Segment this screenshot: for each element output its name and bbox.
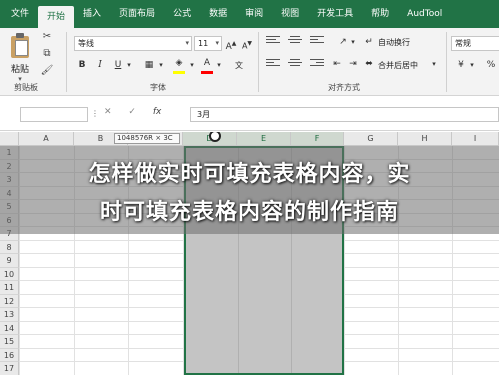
tab-view[interactable]: 视图 <box>272 4 308 24</box>
cancel-icon[interactable]: ✕ <box>104 107 112 117</box>
merge-center-icon[interactable]: ⬌ <box>362 57 376 72</box>
font-size-value: 11 <box>198 39 209 48</box>
currency-icon[interactable]: ¥ <box>454 58 468 73</box>
column-header-h[interactable]: H <box>398 132 452 146</box>
tab-file[interactable]: 文件 <box>2 4 38 24</box>
column-header-a[interactable]: A <box>19 132 74 146</box>
copy-icon[interactable]: ⧉ <box>40 47 54 61</box>
fill-color-swatch <box>173 71 185 74</box>
kebab-icon[interactable]: ⋮ <box>91 109 99 118</box>
decrease-font-icon[interactable]: A▼ <box>241 36 253 51</box>
increase-font-icon[interactable]: A▲ <box>225 36 237 52</box>
column-header-i[interactable]: I <box>452 132 499 146</box>
row-header-9[interactable]: 9 <box>0 254 19 268</box>
number-format-value: 常规 <box>455 39 471 48</box>
formula-bar: ⋮ ✕ ✓ fx 3月 <box>0 97 499 131</box>
border-icon[interactable]: ▦ <box>142 58 156 73</box>
chevron-down-icon[interactable]: ▾ <box>468 58 476 73</box>
clipboard-icon <box>9 33 31 59</box>
cut-icon[interactable]: ✂ <box>40 30 54 44</box>
tab-home[interactable]: 开始 <box>38 6 75 28</box>
row-header-12[interactable]: 12 <box>0 294 19 308</box>
align-bottom-icon[interactable] <box>310 36 324 48</box>
merge-center-button[interactable]: 合并后居中 <box>378 60 418 71</box>
ribbon-tab-bar: 文件 开始 插入 页面布局 公式 数据 审阅 视图 开发工具 帮助 AudToo… <box>0 0 499 28</box>
align-top-icon[interactable] <box>266 36 280 48</box>
chevron-down-icon[interactable]: ▾ <box>430 57 438 72</box>
font-name-select[interactable]: 等线 ▾ <box>74 36 192 51</box>
column-header-f[interactable]: F <box>291 132 344 146</box>
italic-button[interactable]: I <box>94 58 106 73</box>
formula-controls: ✕ ✓ fx <box>104 107 161 117</box>
orientation-icon[interactable]: ↗ <box>336 35 350 50</box>
wrap-text-button[interactable]: 自动换行 <box>378 37 410 48</box>
chevron-down-icon: ▾ <box>215 39 219 47</box>
tab-developer[interactable]: 开发工具 <box>308 4 362 24</box>
decrease-indent-icon[interactable]: ⇤ <box>330 57 344 72</box>
chevron-down-icon[interactable]: ▾ <box>125 58 133 73</box>
row-header-17[interactable]: 17 <box>0 362 19 375</box>
bold-button[interactable]: B <box>76 58 88 73</box>
fill-color-icon[interactable]: ◈ <box>172 56 186 71</box>
enter-icon[interactable]: ✓ <box>128 107 136 117</box>
chevron-down-icon[interactable]: ▾ <box>188 58 196 73</box>
phonetic-icon[interactable]: 文 <box>232 58 246 73</box>
paste-label: 粘贴 <box>10 65 29 75</box>
chevron-down-icon[interactable]: ▾ <box>349 35 357 50</box>
font-color-swatch <box>201 71 213 74</box>
chevron-down-icon: ▾ <box>185 39 189 47</box>
tab-formulas[interactable]: 公式 <box>164 4 200 24</box>
chevron-down-icon[interactable]: ▾ <box>215 58 223 73</box>
alignment-group-label: 对齐方式 <box>328 83 360 92</box>
divider <box>258 32 259 92</box>
clipboard-group-label: 剪贴板 <box>14 83 38 92</box>
name-box[interactable] <box>20 107 88 122</box>
number-format-select[interactable]: 常规 <box>451 36 499 51</box>
align-right-icon[interactable] <box>310 59 324 71</box>
row-header-13[interactable]: 13 <box>0 308 19 322</box>
format-painter-icon[interactable]: 🖌 <box>40 64 54 78</box>
wrap-text-icon[interactable]: ↵ <box>362 35 376 50</box>
title-banner: 怎样做实时可填充表格内容，实 时可填充表格内容的制作指南 <box>0 146 499 234</box>
row-header-8[interactable]: 8 <box>0 240 19 254</box>
row-header-16[interactable]: 16 <box>0 348 19 362</box>
ribbon-home: 粘贴 ▾ ✂ ⧉ 🖌 剪贴板 等线 ▾ 11 ▾ A▲ A▼ B I U ▾ ▦ ▾… <box>0 28 499 96</box>
increase-indent-icon[interactable]: ⇥ <box>346 57 360 72</box>
title-line-1: 怎样做实时可填充表格内容，实 <box>88 162 411 187</box>
percent-icon[interactable]: % <box>484 58 498 73</box>
tab-data[interactable]: 数据 <box>200 4 236 24</box>
align-middle-icon[interactable] <box>288 36 302 48</box>
insert-function-icon[interactable]: fx <box>153 107 162 117</box>
title-line-2: 时可填充表格内容的制作指南 <box>99 200 399 225</box>
select-all-corner[interactable] <box>0 132 19 146</box>
align-center-icon[interactable] <box>288 59 302 71</box>
selection-size-tooltip: 1048576R × 3C <box>114 133 180 144</box>
tab-page-layout[interactable]: 页面布局 <box>110 4 164 24</box>
row-header-11[interactable]: 11 <box>0 281 19 295</box>
chevron-down-icon[interactable]: ▾ <box>157 58 165 73</box>
formula-input[interactable]: 3月 <box>190 107 499 122</box>
row-header-14[interactable]: 14 <box>0 321 19 335</box>
font-name-value: 等线 <box>78 39 94 48</box>
column-header-e[interactable]: E <box>237 132 291 146</box>
tab-insert[interactable]: 插入 <box>74 4 110 24</box>
font-size-select[interactable]: 11 ▾ <box>194 36 222 51</box>
tab-audtool[interactable]: AudTool <box>398 4 451 24</box>
align-left-icon[interactable] <box>266 59 280 71</box>
underline-button[interactable]: U <box>112 58 124 73</box>
font-color-icon[interactable]: A <box>200 56 214 71</box>
tab-review[interactable]: 审阅 <box>236 4 272 24</box>
tab-help[interactable]: 帮助 <box>362 4 398 24</box>
column-header-g[interactable]: G <box>344 132 398 146</box>
paste-button[interactable]: 粘贴 ▾ <box>4 31 36 83</box>
row-header-15[interactable]: 15 <box>0 335 19 349</box>
row-header-10[interactable]: 10 <box>0 267 19 281</box>
font-group-label: 字体 <box>150 83 166 92</box>
divider <box>446 32 447 92</box>
divider <box>66 32 67 92</box>
